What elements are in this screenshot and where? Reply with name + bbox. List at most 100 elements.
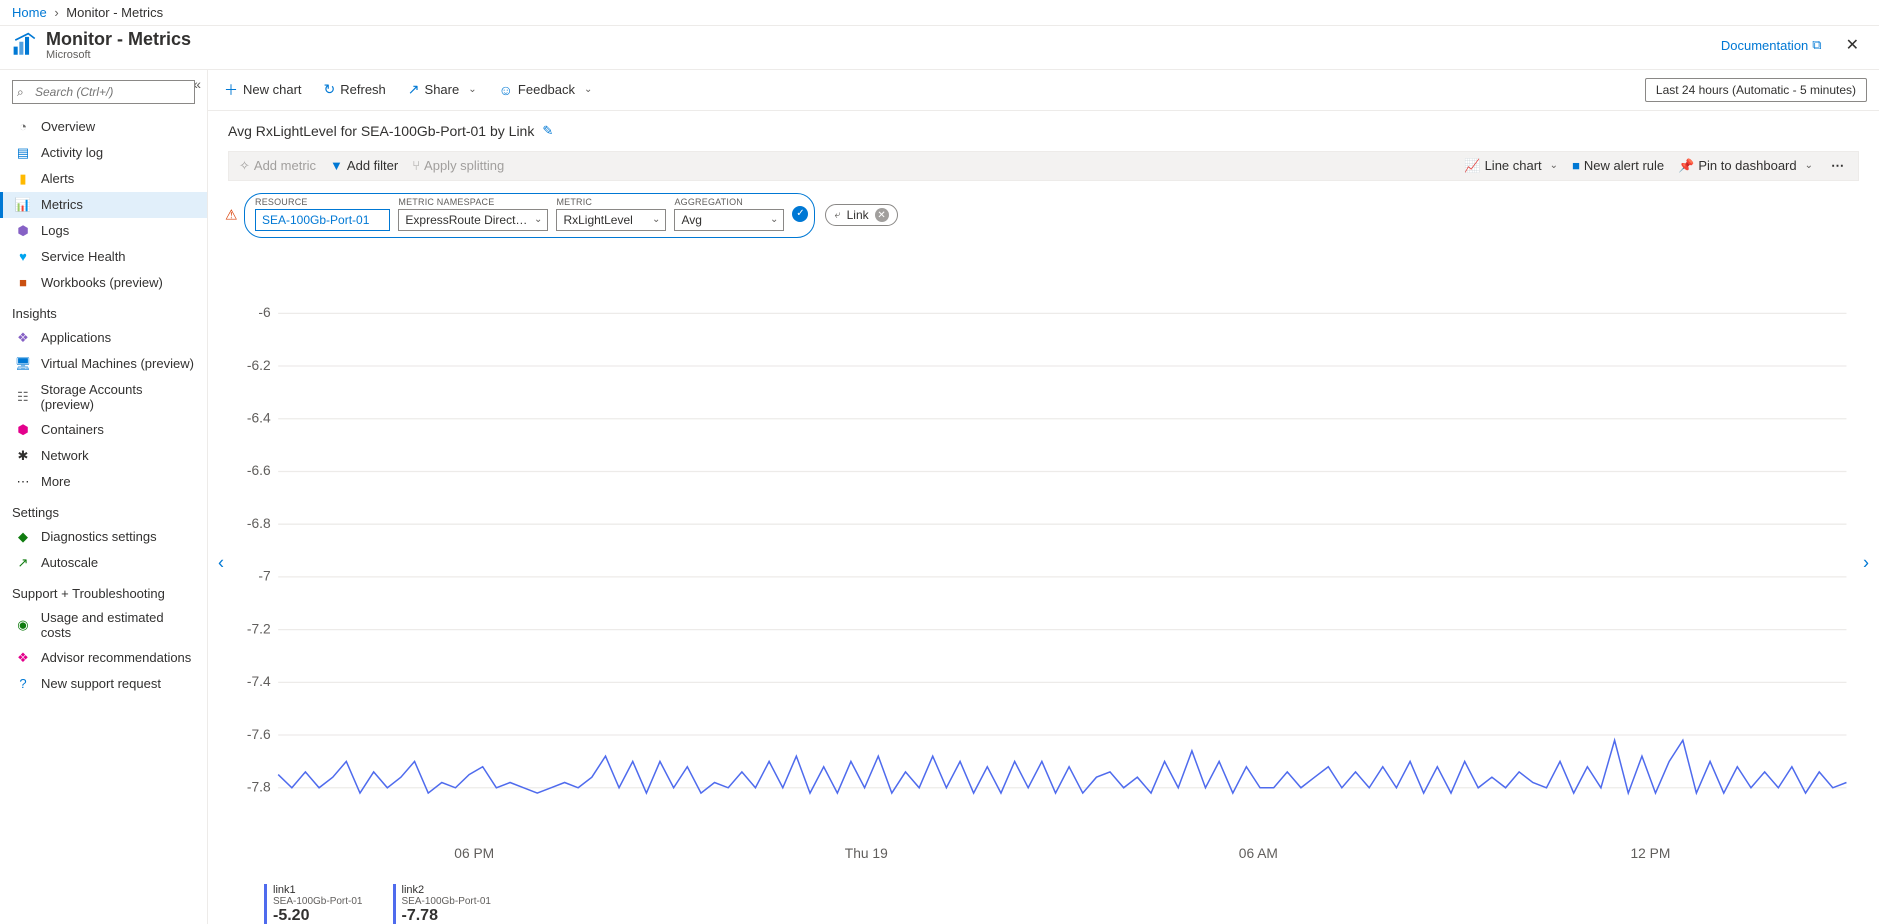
sidebar-item-workbooks-preview-[interactable]: ■Workbooks (preview): [0, 270, 207, 296]
time-range-button[interactable]: Last 24 hours (Automatic - 5 minutes): [1645, 78, 1867, 102]
sidebar-item-autoscale[interactable]: ↗Autoscale: [0, 550, 207, 576]
namespace-select[interactable]: ExpressRoute Direct…⌄: [398, 209, 548, 231]
sidebar-item-diagnostics-settings[interactable]: ◆Diagnostics settings: [0, 524, 207, 550]
sidebar-item-label: Workbooks (preview): [41, 275, 163, 290]
documentation-link[interactable]: Documentation ⧉: [1721, 37, 1822, 53]
svg-text:12 PM: 12 PM: [1630, 845, 1670, 861]
sidebar-item-more[interactable]: ⋯More: [0, 469, 207, 495]
share-icon: ↗: [408, 81, 420, 98]
sidebar-item-virtual-machines-preview-[interactable]: 🖥Virtual Machines (preview): [0, 351, 207, 377]
monitor-logo-icon: [12, 32, 38, 58]
svg-text:-6.2: -6.2: [247, 357, 271, 373]
sidebar-item-advisor-recommendations[interactable]: ❖Advisor recommendations: [0, 645, 207, 671]
breadcrumb-home[interactable]: Home: [12, 5, 47, 20]
main-toolbar: ＋New chart ↻Refresh ↗Share⌄ ☺Feedback⌄ L…: [208, 70, 1879, 111]
breadcrumb: Home › Monitor - Metrics: [0, 0, 1879, 26]
sidebar-item-icon: ↗: [15, 555, 31, 571]
pin-icon: 📌: [1678, 158, 1694, 174]
add-filter-button[interactable]: ▼Add filter: [330, 158, 398, 173]
legend-item[interactable]: link2SEA-100Gb-Port-01-7.78: [393, 884, 492, 924]
pin-dashboard-button[interactable]: 📌Pin to dashboard⌄: [1678, 158, 1813, 174]
new-chart-button[interactable]: ＋New chart: [220, 76, 306, 104]
sidebar-item-new-support-request[interactable]: ?New support request: [0, 671, 207, 697]
sidebar-item-icon: ❖: [15, 330, 31, 346]
sidebar-item-icon: ▤: [15, 145, 31, 161]
sidebar-item-label: Applications: [41, 330, 111, 345]
aggregation-select[interactable]: Avg⌄: [674, 209, 784, 231]
filter-icon: ▼: [330, 158, 343, 173]
sidebar-item-logs[interactable]: ⬢Logs: [0, 218, 207, 244]
aggregation-label: AGGREGATION: [674, 197, 784, 207]
sidebar-item-icon: 📊: [15, 197, 31, 213]
metric-selector: ⚠ RESOURCE SEA-100Gb-Port-01 METRIC NAME…: [244, 193, 815, 238]
sidebar-item-icon: ☷: [15, 389, 31, 405]
resource-select[interactable]: SEA-100Gb-Port-01: [255, 209, 390, 231]
chart-area: ‹ › -6-6.2-6.4-6.6-6.8-7-7.2-7.4-7.6-7.8…: [228, 248, 1859, 878]
sidebar-item-activity-log[interactable]: ▤ Activity log: [0, 140, 207, 166]
check-icon: ✓: [792, 206, 808, 222]
chart-type-button[interactable]: 📈Line chart⌄: [1464, 158, 1558, 174]
prev-chart-icon[interactable]: ‹: [212, 546, 230, 579]
external-link-icon: ⧉: [1812, 37, 1821, 53]
section-insights: Insights: [0, 296, 207, 325]
sidebar-item-service-health[interactable]: ♥ Service Health: [0, 244, 207, 270]
sidebar-item-icon: ▮: [15, 171, 31, 187]
alert-icon: ■: [1572, 158, 1580, 173]
metric-label: METRIC: [556, 197, 666, 207]
chart-title: Avg RxLightLevel for SEA-100Gb-Port-01 b…: [228, 123, 534, 139]
sidebar-item-label: Service Health: [41, 249, 126, 264]
sidebar-item-overview[interactable]: ◔Overview: [0, 114, 207, 140]
sidebar-item-usage-and-estimated-costs[interactable]: ◉Usage and estimated costs: [0, 605, 207, 645]
legend-name: link1: [273, 884, 363, 896]
line-chart-icon: 📈: [1464, 158, 1480, 174]
sidebar-item-network[interactable]: ✱Network: [0, 443, 207, 469]
close-icon[interactable]: ✕: [1838, 31, 1867, 59]
splitting-pill[interactable]: ⤶ Link ✕: [825, 204, 897, 226]
sidebar-item-label: Logs: [41, 223, 69, 238]
sidebar-item-alerts[interactable]: ▮ Alerts: [0, 166, 207, 192]
share-button[interactable]: ↗Share⌄: [404, 77, 481, 102]
sidebar-item-icon: ♥: [15, 249, 31, 265]
page-header: Monitor - Metrics Microsoft Documentatio…: [0, 26, 1879, 70]
sidebar-item-metrics[interactable]: 📊 Metrics: [0, 192, 207, 218]
next-chart-icon[interactable]: ›: [1857, 546, 1875, 579]
warning-icon: ⚠: [225, 207, 238, 224]
metric-select[interactable]: RxLightLevel⌄: [556, 209, 666, 231]
legend-value: -7.78: [402, 907, 492, 924]
sidebar-item-label: New support request: [41, 676, 161, 691]
sidebar-item-containers[interactable]: ⬢Containers: [0, 417, 207, 443]
svg-text:-6.8: -6.8: [247, 515, 271, 531]
sidebar-item-icon: ✱: [15, 448, 31, 464]
split-icon: ⑂: [412, 158, 420, 173]
remove-split-icon[interactable]: ✕: [875, 208, 889, 222]
chevron-down-icon: ⌄: [1805, 160, 1813, 171]
sidebar-item-label: Advisor recommendations: [41, 650, 191, 665]
sidebar-item-label: More: [41, 474, 71, 489]
sidebar-item-storage-accounts-preview-[interactable]: ☷Storage Accounts (preview): [0, 377, 207, 417]
resource-label: RESOURCE: [255, 197, 390, 207]
svg-text:-7.6: -7.6: [247, 726, 271, 742]
section-settings: Settings: [0, 495, 207, 524]
sidebar-item-label: Alerts: [41, 171, 74, 186]
sidebar-item-icon: ◉: [15, 617, 31, 633]
namespace-label: METRIC NAMESPACE: [398, 197, 548, 207]
refresh-button[interactable]: ↻Refresh: [320, 77, 390, 102]
edit-title-icon[interactable]: ✎: [542, 123, 553, 139]
sidebar-item-label: Activity log: [41, 145, 103, 160]
apply-splitting-button[interactable]: ⑂Apply splitting: [412, 158, 504, 173]
legend-name: link2: [402, 884, 492, 896]
chart-toolbar: ✧Add metric ▼Add filter ⑂Apply splitting…: [228, 151, 1859, 181]
refresh-icon: ↻: [324, 81, 336, 98]
more-options-button[interactable]: ⋯: [1827, 158, 1848, 174]
feedback-button[interactable]: ☺Feedback⌄: [495, 78, 597, 102]
legend-item[interactable]: link1SEA-100Gb-Port-01-5.20: [264, 884, 363, 924]
smiley-icon: ☺: [499, 82, 513, 98]
sidebar-item-label: Metrics: [41, 197, 83, 212]
search-input[interactable]: [12, 80, 195, 104]
new-alert-button[interactable]: ■New alert rule: [1572, 158, 1664, 173]
sidebar-item-applications[interactable]: ❖ Applications: [0, 325, 207, 351]
svg-text:-6.6: -6.6: [247, 462, 271, 478]
svg-text:-6.4: -6.4: [247, 409, 271, 425]
sidebar-item-label: Virtual Machines (preview): [41, 356, 194, 371]
add-metric-button[interactable]: ✧Add metric: [239, 158, 316, 174]
